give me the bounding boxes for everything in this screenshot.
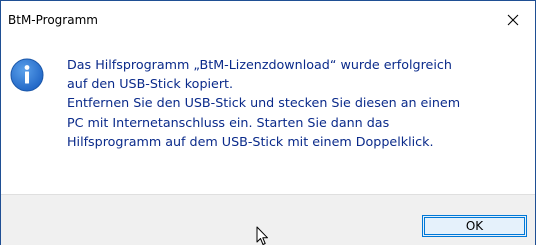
message-line: PC mit Internetanschluss ein. Starten Si… <box>67 114 390 130</box>
close-icon <box>507 14 519 26</box>
message-line: Das Hilfsprogramm „BtM-Lizenzdownload“ w… <box>67 57 452 72</box>
ok-button[interactable]: OK <box>422 215 527 237</box>
close-button[interactable] <box>491 1 535 39</box>
information-icon <box>10 58 44 92</box>
message-line: Entfernen Sie den USB-Stick und stecken … <box>67 95 461 111</box>
window-title: BtM-Programm <box>8 13 98 27</box>
mouse-cursor-icon <box>256 226 268 245</box>
message-line: auf den USB-Stick kopiert. <box>67 76 234 92</box>
dialog-content: Das Hilfsprogramm „BtM-Lizenzdownload“ w… <box>1 39 535 194</box>
dialog-message: Das Hilfsprogramm „BtM-Lizenzdownload“ w… <box>67 55 527 151</box>
message-dialog: BtM-Programm Das Hilfsprogramm „BtM-Lize… <box>0 0 536 245</box>
title-bar[interactable]: BtM-Programm <box>1 1 535 39</box>
message-line: Hilfsprogramm auf dem USB-Stick mit eine… <box>67 133 434 149</box>
